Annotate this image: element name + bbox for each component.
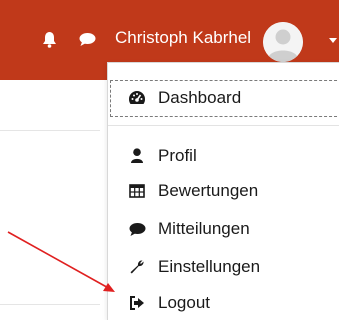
menu-item-bewertungen[interactable]: Bewertungen xyxy=(112,176,339,206)
menu-item-label: Profil xyxy=(158,146,197,165)
menu-item-label: Einstellungen xyxy=(158,257,261,276)
dashboard-gauge-icon xyxy=(128,89,146,107)
page-divider xyxy=(0,304,100,305)
menu-item-label: Logout xyxy=(158,293,210,312)
menu-item-label: Mitteilungen xyxy=(158,219,250,238)
menu-item-einstellungen[interactable]: Einstellungen xyxy=(112,252,339,282)
chat-bubble-icon xyxy=(128,220,146,238)
menu-item-label: Dashboard xyxy=(158,88,242,107)
menu-item-mitteilungen[interactable]: Mitteilungen xyxy=(112,214,339,244)
table-grid-icon xyxy=(128,182,146,200)
chat-bubble-icon[interactable] xyxy=(78,30,96,48)
menu-item-label: Bewertungen xyxy=(158,181,259,200)
menu-item-logout[interactable]: Logout xyxy=(112,288,339,318)
bell-icon[interactable] xyxy=(40,30,58,48)
sign-out-icon xyxy=(128,294,146,312)
avatar[interactable] xyxy=(263,22,303,62)
user-icon xyxy=(128,147,146,165)
chevron-down-icon[interactable] xyxy=(328,32,338,50)
menu-item-dashboard[interactable]: Dashboard xyxy=(112,83,339,113)
page-divider xyxy=(0,130,100,131)
wrench-icon xyxy=(128,258,146,276)
user-name[interactable]: Christoph Kabrhel xyxy=(115,27,251,49)
menu-divider xyxy=(108,125,339,126)
menu-item-profil[interactable]: Profil xyxy=(112,141,339,171)
